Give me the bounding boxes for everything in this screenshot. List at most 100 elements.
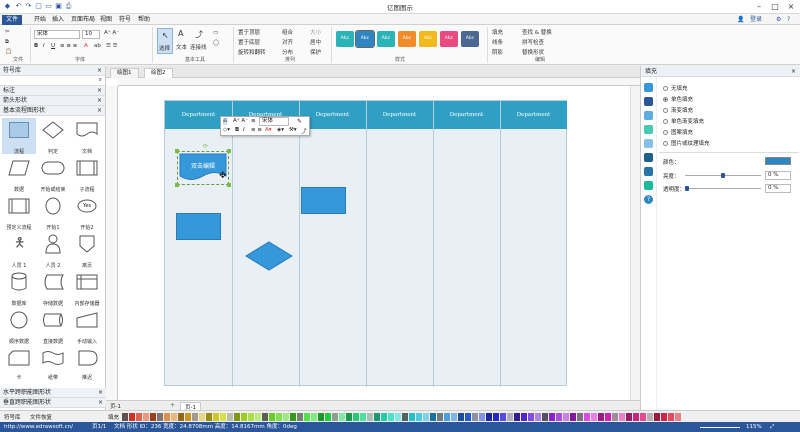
fill-option-picture[interactable]: 图片或纹理填充 [663, 139, 710, 147]
palette-swatch[interactable] [178, 413, 184, 421]
palette-swatch[interactable] [430, 413, 436, 421]
palette-swatch[interactable] [374, 413, 380, 421]
shape-document[interactable]: 文档 [70, 118, 104, 155]
align-button[interactable]: 对齐 [282, 38, 293, 46]
tab-file-recovery[interactable]: 文件恢复 [30, 413, 52, 421]
palette-swatch[interactable] [556, 413, 562, 421]
palette-swatch[interactable] [171, 413, 177, 421]
font-family-select[interactable]: 宋体 [34, 30, 80, 39]
palette-swatch[interactable] [290, 413, 296, 421]
palette-swatch[interactable] [528, 413, 534, 421]
fill-tool-icon[interactable] [644, 83, 653, 92]
size-button[interactable]: 大小 [310, 28, 321, 36]
palette-swatch[interactable] [668, 413, 674, 421]
tab-insert[interactable]: 插入 [48, 15, 68, 25]
shape-direct-data[interactable]: 直接数据 [36, 308, 70, 345]
resize-handle[interactable] [227, 149, 231, 153]
shape-punched-tape[interactable]: 纸带 [36, 346, 70, 381]
find-replace-button[interactable]: 查找 & 替换 [522, 28, 552, 36]
fill-button[interactable]: 填充 [492, 28, 503, 36]
text-tool-label[interactable]: 文本 [176, 43, 187, 51]
rotate-flip-button[interactable]: 旋转和翻转 [238, 48, 266, 56]
shape-start-end[interactable]: 开始或结束 [36, 156, 70, 193]
palette-swatches[interactable] [122, 413, 682, 421]
tab-help[interactable]: 帮助 [134, 15, 154, 25]
font-grow-icon[interactable]: A⁺ A⁻ [233, 118, 248, 124]
website-link[interactable]: http://www.edrawsoft.cn/ [4, 422, 73, 432]
palette-swatch[interactable] [157, 413, 163, 421]
palette-swatch[interactable] [675, 413, 681, 421]
replace-shape-button[interactable]: 替换形状 [522, 48, 544, 56]
style-swatch-6[interactable]: Abc [440, 31, 458, 47]
connector-icon[interactable]: ⤴ [301, 127, 307, 135]
library-section-arrows[interactable]: 箭头形状 × [0, 96, 105, 106]
palette-swatch[interactable] [381, 413, 387, 421]
vertical-scrollbar[interactable] [630, 86, 640, 410]
palette-swatch[interactable] [220, 413, 226, 421]
style-swatch-7[interactable]: Abc [461, 31, 479, 47]
search-icon[interactable]: ⌕ [99, 76, 102, 84]
palette-swatch[interactable] [206, 413, 212, 421]
palette-swatch[interactable] [416, 413, 422, 421]
help-icon[interactable]: ? [783, 15, 794, 25]
palette-swatch[interactable] [423, 413, 429, 421]
transparency-input[interactable]: 0 % [765, 184, 791, 193]
library-section-callouts[interactable]: 标注 × [0, 86, 105, 96]
bring-to-front-button[interactable]: 置于顶层 [238, 28, 260, 36]
palette-swatch[interactable] [199, 413, 205, 421]
palette-swatch[interactable] [619, 413, 625, 421]
shape-subprocess[interactable]: 子流程 [70, 156, 104, 193]
tab-file[interactable]: 文件 [2, 15, 23, 25]
process-shape[interactable] [301, 187, 346, 214]
format-painter-icon[interactable]: ⎌ [223, 118, 228, 125]
tab-symbols[interactable]: 符号 [115, 15, 135, 25]
help-icon[interactable]: ? [644, 195, 653, 204]
copy-icon[interactable]: ⧉ [5, 39, 9, 46]
text-tool-icon[interactable]: A [178, 29, 183, 38]
color-picker[interactable] [765, 157, 791, 165]
data-tool-icon[interactable] [644, 167, 653, 176]
palette-swatch[interactable] [584, 413, 590, 421]
maximize-icon[interactable]: □ [768, 1, 782, 12]
palette-swatch[interactable] [444, 413, 450, 421]
font-size-select[interactable]: 10 [82, 30, 100, 39]
mini-font-select[interactable]: 宋体 [259, 117, 289, 126]
palette-swatch[interactable] [395, 413, 401, 421]
tab-home[interactable]: 开始 [30, 15, 50, 25]
palette-swatch[interactable] [234, 413, 240, 421]
shape-start-1[interactable]: 开始1 [36, 194, 70, 231]
resize-handle[interactable] [227, 183, 231, 187]
font-color-icon[interactable]: A [84, 43, 88, 49]
decision-shape[interactable] [245, 241, 293, 271]
transparency-slider[interactable] [685, 188, 761, 189]
send-to-back-button[interactable]: 置于底层 [238, 38, 260, 46]
palette-swatch[interactable] [136, 413, 142, 421]
font-grow-icon[interactable]: A⁺ A⁻ [104, 30, 119, 36]
palette-swatch[interactable] [332, 413, 338, 421]
shape-delay[interactable]: 推迟 [70, 346, 104, 381]
palette-swatch[interactable] [311, 413, 317, 421]
italic-icon[interactable]: I [243, 127, 245, 133]
close-icon[interactable]: × [791, 66, 796, 77]
lane-header-6[interactable]: Department [500, 101, 567, 129]
palette-swatch[interactable] [353, 413, 359, 421]
brightness-input[interactable]: 0 % [765, 171, 791, 180]
palette-swatch[interactable] [605, 413, 611, 421]
palette-swatch[interactable] [458, 413, 464, 421]
style-swatch-1[interactable]: Abc [336, 31, 354, 47]
line-button[interactable]: 线条 [492, 38, 503, 46]
layers-tool-icon[interactable] [644, 139, 653, 148]
fill-color-icon[interactable]: ◈▾ [277, 127, 284, 133]
shape-data[interactable]: 数据 [2, 156, 36, 193]
palette-swatch[interactable] [514, 413, 520, 421]
shape-process[interactable]: 流程 [2, 118, 36, 155]
process-shape[interactable] [176, 213, 221, 240]
tab-drawing-1[interactable]: 绘图1 [110, 68, 139, 78]
spell-check-button[interactable]: 拼写检查 [522, 38, 544, 46]
palette-swatch[interactable] [143, 413, 149, 421]
bold-icon[interactable]: B [34, 43, 38, 49]
palette-swatch[interactable] [549, 413, 555, 421]
ellipse-tool-icon[interactable]: ◯ [213, 40, 219, 46]
palette-swatch[interactable] [297, 413, 303, 421]
palette-swatch[interactable] [325, 413, 331, 421]
